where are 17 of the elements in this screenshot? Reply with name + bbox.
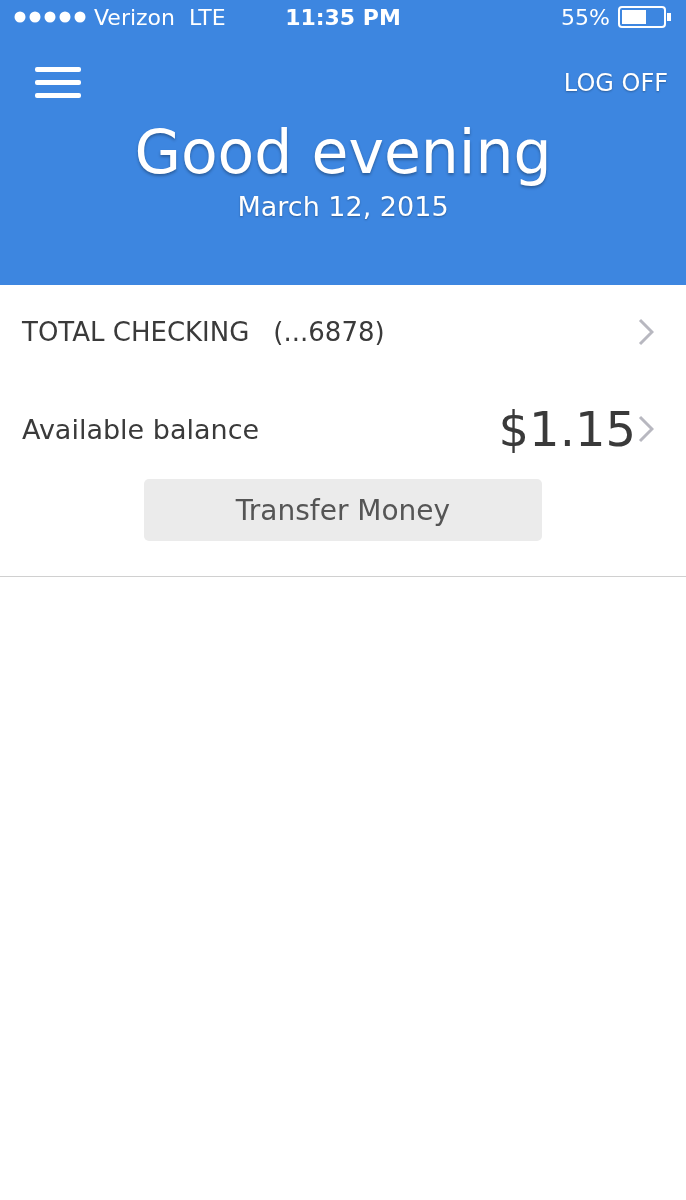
chevron-right-icon[interactable] [638, 318, 654, 346]
signal-icon [14, 11, 86, 23]
battery-percent: 55% [561, 4, 610, 30]
status-time: 11:35 PM [285, 4, 401, 30]
carrier-name: Verizon [94, 4, 175, 30]
log-off-button[interactable]: LOG OFF [563, 69, 668, 97]
balance-amount: $1.15 [498, 401, 636, 457]
account-name: TOTAL CHECKING [22, 317, 250, 347]
balance-label: Available balance [22, 413, 260, 445]
greeting-date: March 12, 2015 [236, 190, 450, 224]
menu-icon[interactable] [35, 67, 81, 99]
chevron-right-icon[interactable] [638, 415, 654, 443]
battery-icon [618, 6, 672, 28]
greeting-title: Good evening [133, 116, 553, 189]
network-type: LTE [189, 4, 226, 30]
transfer-money-button[interactable]: Transfer Money [144, 479, 542, 541]
account-number: (...6878) [273, 317, 385, 347]
